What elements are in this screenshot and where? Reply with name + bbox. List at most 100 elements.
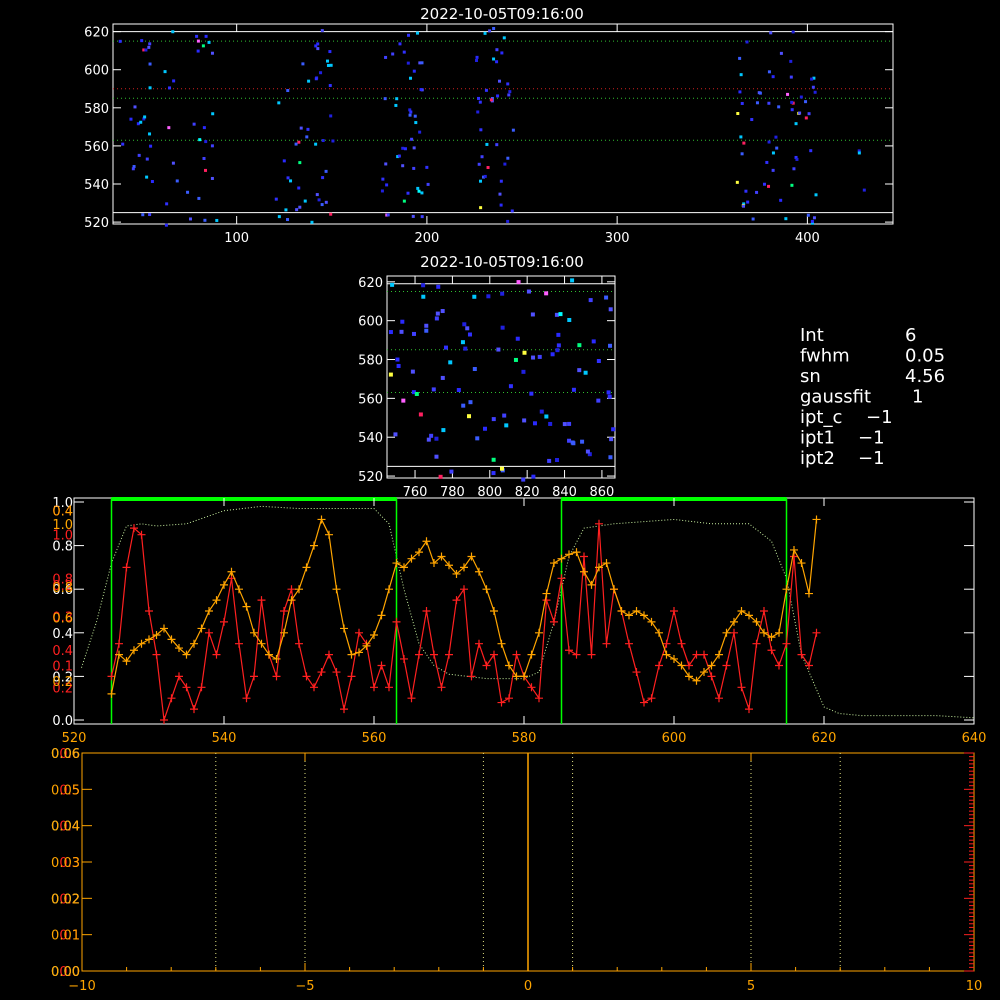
mid-point (465, 326, 470, 331)
top-point (792, 167, 796, 171)
top-y-tick-label: 580 (84, 102, 109, 117)
mid-point (531, 355, 536, 360)
top-point (215, 218, 219, 222)
top-point (198, 138, 202, 142)
mid-point (539, 409, 544, 414)
bottom-x-tick-label: 10 (966, 979, 983, 994)
top-point (210, 144, 214, 148)
info-label: fwhm (800, 346, 850, 367)
mid-point (608, 455, 613, 460)
mid-point (606, 390, 611, 395)
top-point (480, 155, 484, 159)
top-y-tick-label: 600 (84, 64, 109, 79)
top-point (750, 118, 754, 122)
top-point (412, 146, 416, 150)
mid-y-tick-label: 520 (358, 470, 383, 485)
mid-point (499, 466, 504, 471)
top-point (210, 51, 214, 55)
top-point (420, 215, 424, 219)
top-point (741, 204, 745, 208)
mid-point (443, 345, 448, 350)
mid-point (577, 343, 582, 348)
top-point (857, 151, 861, 155)
top-point (779, 51, 783, 55)
mid-point (435, 311, 440, 316)
top-point (210, 176, 214, 180)
mid-point (583, 370, 588, 375)
top-point (401, 146, 405, 150)
top-point (202, 156, 206, 160)
top-point (736, 112, 740, 116)
mid-point (555, 458, 560, 463)
mid-y-tick-label: 620 (358, 276, 383, 291)
top-point (172, 79, 176, 83)
top-point (779, 198, 783, 202)
top-point (328, 84, 332, 88)
top-point (742, 141, 746, 145)
top-point (403, 147, 407, 151)
mid-point (608, 343, 613, 348)
mid-point (567, 438, 572, 443)
top-point (131, 167, 135, 171)
top-point (765, 160, 769, 164)
top-point (297, 140, 301, 144)
top-point (499, 179, 503, 183)
mid-point (591, 339, 596, 344)
top-point (133, 105, 137, 109)
top-point (284, 208, 288, 212)
mid-point (521, 369, 526, 374)
top-point (314, 142, 318, 146)
mid-point (571, 387, 576, 392)
top-point (762, 182, 766, 186)
top-point (790, 100, 794, 104)
top-point (804, 116, 808, 120)
top-point (499, 203, 503, 207)
mid-point (463, 346, 468, 351)
line-y-tick-label-red: 0.1 (52, 660, 73, 675)
top-point (141, 213, 145, 217)
line-x-tick-label: 640 (962, 731, 987, 746)
mid-point (529, 391, 534, 396)
top-point (204, 140, 208, 144)
top-point (167, 126, 171, 130)
top-point (164, 223, 168, 227)
top-point (738, 90, 742, 94)
top-point (735, 180, 739, 184)
top-point (475, 55, 479, 59)
top-point (774, 135, 778, 139)
line-y-tick-label-orange: 0.2 (52, 675, 73, 690)
top-point (771, 75, 775, 79)
top-point (395, 97, 399, 101)
mid-point (562, 422, 567, 427)
line-x-tick-label: 540 (212, 731, 237, 746)
top-point (139, 120, 143, 124)
top-point (507, 93, 511, 97)
top-point (498, 192, 502, 196)
mid-point (399, 329, 404, 334)
top-y-tick-label: 540 (84, 178, 109, 193)
top-point (511, 128, 515, 132)
bottom-y-tick-label-orange: 0.06 (51, 747, 80, 762)
top-point (798, 111, 802, 115)
top-point (492, 27, 496, 31)
mid-point (400, 319, 405, 324)
top-point (297, 186, 301, 190)
top-point (329, 114, 333, 118)
top-point (294, 142, 298, 146)
top-point (791, 30, 795, 34)
top-point (786, 92, 790, 96)
top-x-tick-label: 100 (224, 231, 249, 246)
line-x-tick-label: 620 (812, 731, 837, 746)
top-point (419, 88, 423, 92)
line-y-tick-label-orange: 0.4 (52, 505, 73, 520)
top-point (197, 196, 201, 200)
info-label: Int (800, 325, 824, 346)
top-point (301, 62, 305, 66)
top-point (303, 199, 307, 203)
bottom-y-tick-label-orange: 0.01 (51, 929, 80, 944)
mid-point (421, 283, 426, 288)
top-point (320, 203, 324, 207)
top-point (331, 139, 335, 143)
mid-point (472, 367, 477, 372)
top-point (810, 77, 814, 81)
